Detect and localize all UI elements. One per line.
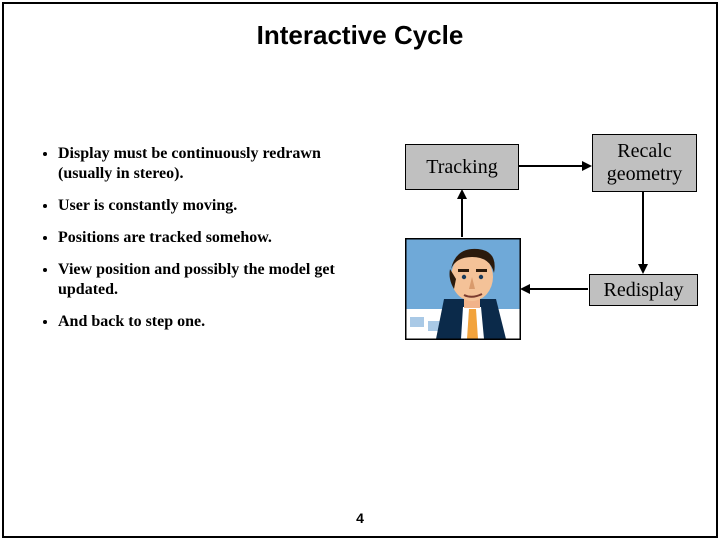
arrow-user-to-tracking	[461, 199, 463, 237]
user-portrait-image	[405, 238, 521, 340]
arrowhead-icon	[638, 264, 648, 274]
arrow-redisplay-to-user	[530, 288, 588, 290]
arrow-recalc-to-redisplay	[642, 191, 644, 264]
arrowhead-icon	[582, 161, 592, 171]
bullet-item: User is constantly moving.	[58, 196, 376, 216]
arrowhead-icon	[457, 189, 467, 199]
arrowhead-icon	[520, 284, 530, 294]
bullet-list: Display must be continuously redrawn (us…	[36, 144, 376, 344]
redisplay-box: Redisplay	[589, 274, 698, 306]
bullet-item: Display must be continuously redrawn (us…	[58, 144, 376, 184]
slide-title: Interactive Cycle	[4, 20, 716, 51]
slide: Interactive Cycle Display must be contin…	[2, 2, 718, 538]
man-icon	[406, 239, 520, 339]
arrow-tracking-to-recalc	[518, 165, 582, 167]
bullet-item: View position and possibly the model get…	[58, 260, 376, 300]
bullet-item: And back to step one.	[58, 312, 376, 332]
recalc-geometry-box: Recalc geometry	[592, 134, 697, 192]
tracking-box: Tracking	[405, 144, 519, 190]
bullet-item: Positions are tracked somehow.	[58, 228, 376, 248]
page-number: 4	[4, 510, 716, 526]
